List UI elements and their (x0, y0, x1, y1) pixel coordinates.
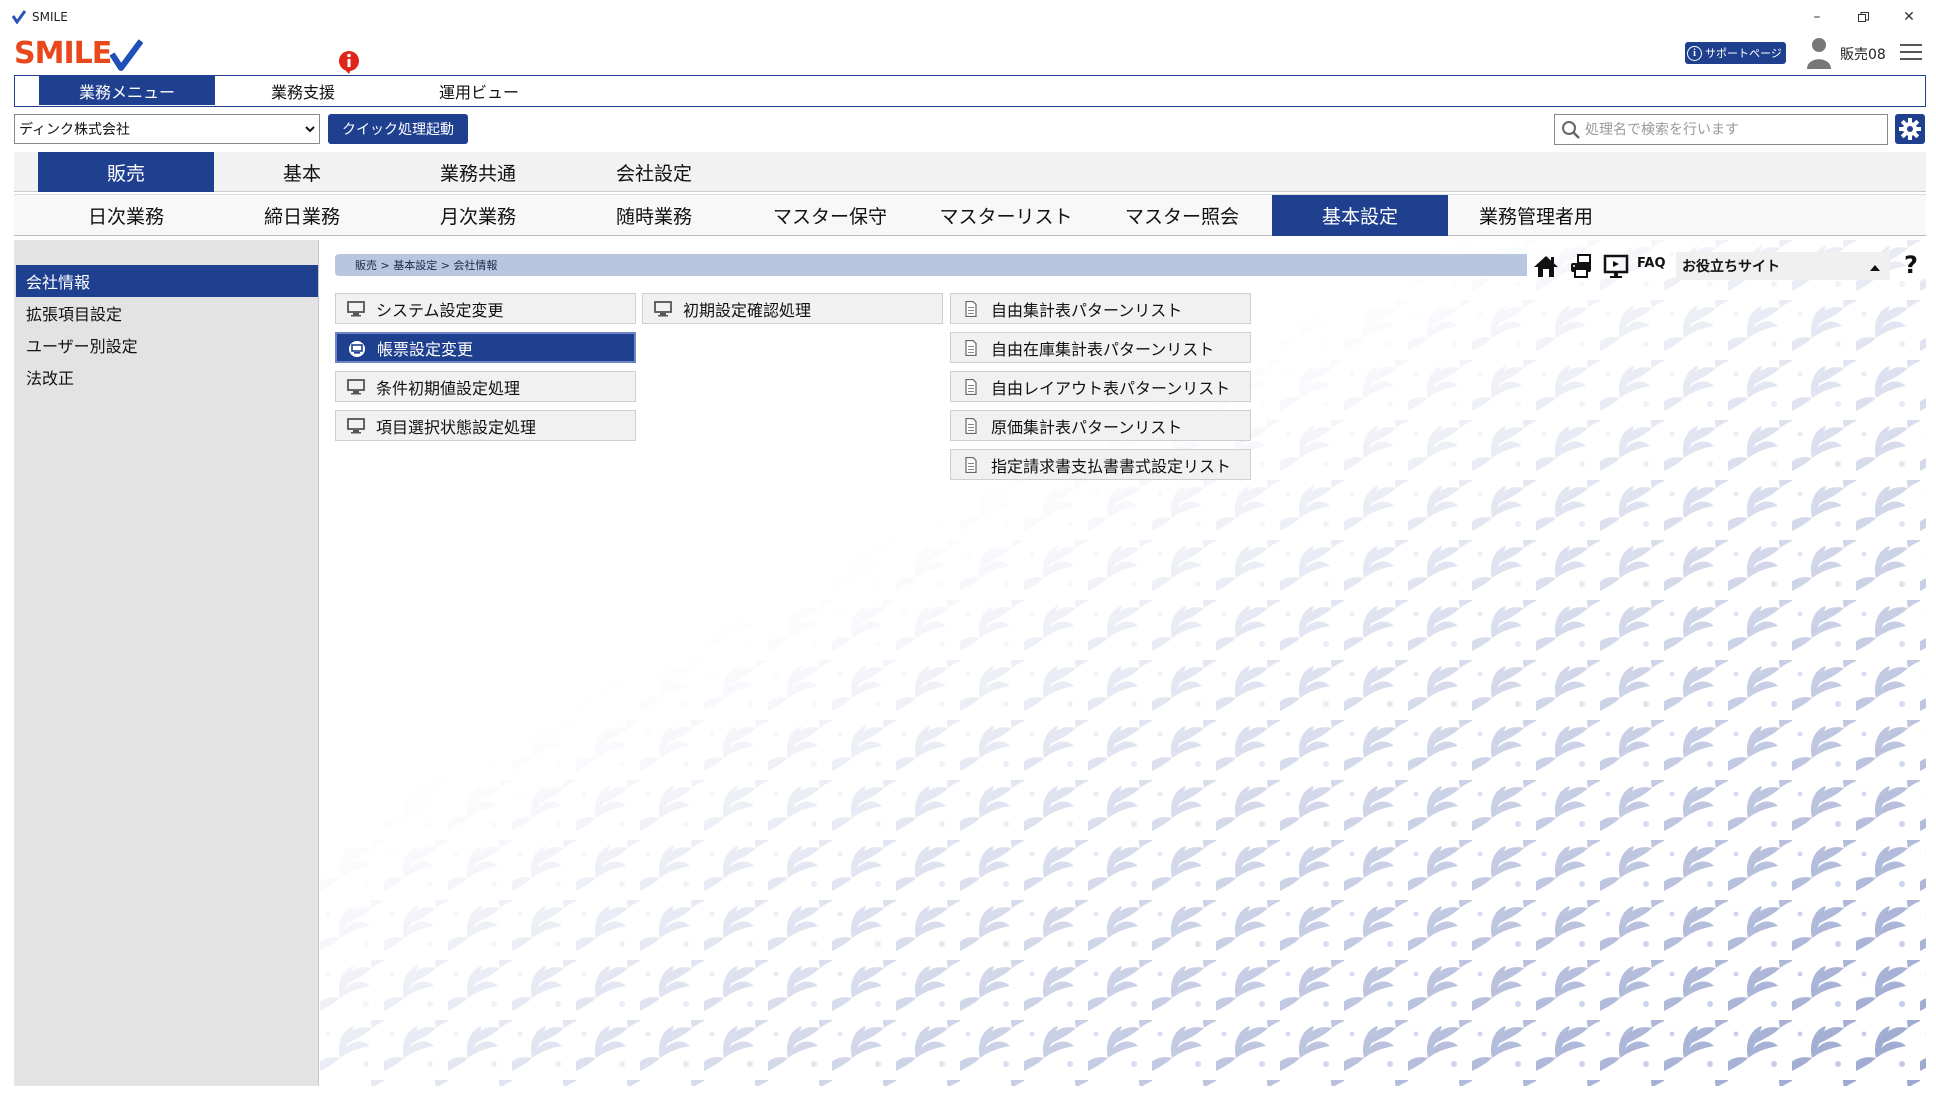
document-icon (965, 301, 977, 317)
floral-background-pattern (320, 240, 1926, 1086)
function-free-summary-pattern-list[interactable]: 自由集計表パターンリスト (950, 293, 1251, 324)
function-free-layout-pattern-list[interactable]: 自由レイアウト表パターンリスト (950, 371, 1251, 402)
sub-tab-basic-settings[interactable]: 基本設定 (1272, 195, 1448, 236)
minimize-button[interactable]: – (1794, 0, 1840, 34)
home-button[interactable] (1532, 252, 1560, 280)
help-icon[interactable]: ? (1898, 250, 1924, 280)
sub-tab-admin[interactable]: 業務管理者用 (1448, 195, 1624, 236)
sub-tab-daily[interactable]: 日次業務 (38, 195, 214, 236)
close-icon: ✕ (1903, 9, 1915, 25)
function-label: 自由集計表パターンリスト (991, 300, 1183, 320)
function-initial-settings-check[interactable]: 初期設定確認処理 (642, 293, 943, 324)
company-select-value: ディンク株式会社 (19, 122, 131, 138)
restore-button[interactable] (1840, 0, 1886, 34)
top-menu-bar: 業務メニュー 業務支援 運用ビュー (14, 75, 1926, 107)
sidebar: 会社情報 拡張項目設定 ユーザー別設定 法改正 (14, 240, 319, 1086)
top-tab-business-support[interactable]: 業務支援 (215, 76, 391, 105)
notification-info-icon[interactable] (337, 50, 361, 74)
support-page-button[interactable]: i サポートページ (1685, 42, 1786, 64)
breadcrumb: 販売 > 基本設定 > 会社情報 (335, 254, 1527, 276)
useful-sites-label: お役立ちサイト (1682, 259, 1780, 275)
window-title: SMILE (32, 10, 68, 24)
sub-tab-closing[interactable]: 締日業務 (214, 195, 390, 236)
function-label: 条件初期値設定処理 (376, 378, 521, 398)
function-free-inventory-pattern-list[interactable]: 自由在庫集計表パターンリスト (950, 332, 1251, 363)
search-box (1554, 114, 1888, 145)
gear-icon (1899, 118, 1921, 140)
category-tabs: 販売 基本 業務共通 会社設定 (14, 152, 1926, 192)
top-tab-business-menu[interactable]: 業務メニュー (39, 76, 215, 105)
category-tab-sales[interactable]: 販売 (38, 152, 214, 192)
sidebar-item-company-info[interactable]: 会社情報 (16, 265, 318, 297)
company-select[interactable]: ディンク株式会社 (14, 114, 320, 144)
sub-tab-monthly[interactable]: 月次業務 (390, 195, 566, 236)
function-cost-summary-pattern-list[interactable]: 原価集計表パターンリスト (950, 410, 1251, 441)
top-tab-operation-view[interactable]: 運用ビュー (391, 76, 567, 105)
minimize-icon: – (1813, 9, 1821, 25)
main-area (320, 240, 1926, 1086)
support-page-label: サポートページ (1705, 47, 1782, 60)
category-tab-common[interactable]: 業務共通 (390, 152, 566, 192)
document-icon (965, 457, 977, 473)
search-icon (1562, 120, 1580, 139)
settings-button[interactable] (1895, 114, 1925, 144)
function-label: 項目選択状態設定処理 (376, 417, 537, 437)
printer-button[interactable] (1567, 252, 1595, 280)
home-icon (1534, 256, 1558, 277)
user-name: 販売08 (1840, 47, 1886, 63)
chevron-down-icon (305, 126, 315, 133)
restore-icon (1857, 11, 1869, 22)
sidebar-item-extended-fields[interactable]: 拡張項目設定 (16, 297, 318, 329)
info-circle-icon: i (1687, 45, 1702, 61)
category-tab-company-settings[interactable]: 会社設定 (566, 152, 742, 192)
sub-tab-anytime[interactable]: 随時業務 (566, 195, 742, 236)
sub-tab-master-list[interactable]: マスターリスト (918, 195, 1094, 236)
brand-logo: SMILE (14, 36, 144, 72)
monitor-icon (347, 301, 365, 317)
category-tab-basic[interactable]: 基本 (214, 152, 390, 192)
sub-tab-master-maintenance[interactable]: マスター保守 (742, 195, 918, 236)
sub-tab-master-inquiry[interactable]: マスター照会 (1094, 195, 1270, 236)
document-icon (965, 340, 977, 356)
printer-icon (1571, 254, 1591, 278)
function-invoice-format-list[interactable]: 指定請求書支払書書式設定リスト (950, 449, 1251, 480)
faq-link[interactable]: FAQ (1637, 256, 1666, 271)
function-label: 原価集計表パターンリスト (991, 417, 1183, 437)
monitor-icon (654, 301, 672, 317)
document-icon (965, 379, 977, 395)
quick-launch-button[interactable]: クイック処理起動 (328, 114, 468, 144)
brand-text: SMILE (14, 36, 112, 71)
app-logo-icon (12, 10, 26, 24)
close-button[interactable]: ✕ (1886, 0, 1932, 34)
function-label: 初期設定確認処理 (683, 300, 812, 320)
search-input[interactable] (1585, 121, 1875, 138)
sidebar-item-user-settings[interactable]: ユーザー別設定 (16, 329, 318, 361)
monitor-icon (1603, 254, 1629, 278)
monitor-button[interactable] (1602, 252, 1630, 280)
sub-tabs: 日次業務 締日業務 月次業務 随時業務 マスター保守 マスターリスト マスター照… (14, 194, 1926, 236)
function-system-settings[interactable]: システム設定変更 (335, 293, 636, 324)
monitor-icon (349, 341, 365, 357)
function-label: 帳票設定変更 (377, 339, 474, 359)
title-bar: SMILE – ✕ (0, 0, 1936, 34)
function-item-selection-state[interactable]: 項目選択状態設定処理 (335, 410, 636, 441)
hamburger-menu-icon[interactable] (1900, 42, 1922, 62)
brand-check-icon (109, 39, 144, 71)
function-condition-defaults[interactable]: 条件初期値設定処理 (335, 371, 636, 402)
function-label: 自由レイアウト表パターンリスト (991, 378, 1231, 398)
function-label: 自由在庫集計表パターンリスト (991, 339, 1215, 359)
function-label: 指定請求書支払書書式設定リスト (991, 456, 1232, 476)
useful-sites-select[interactable]: お役立ちサイト (1676, 252, 1890, 280)
sidebar-item-law-revision[interactable]: 法改正 (16, 361, 318, 393)
function-report-settings[interactable]: 帳票設定変更 (335, 332, 636, 363)
user-avatar-icon[interactable] (1806, 36, 1832, 70)
document-icon (965, 418, 977, 434)
monitor-icon (347, 379, 365, 395)
monitor-icon (347, 418, 365, 434)
triangle-up-icon (1870, 265, 1880, 271)
function-label: システム設定変更 (376, 300, 504, 320)
